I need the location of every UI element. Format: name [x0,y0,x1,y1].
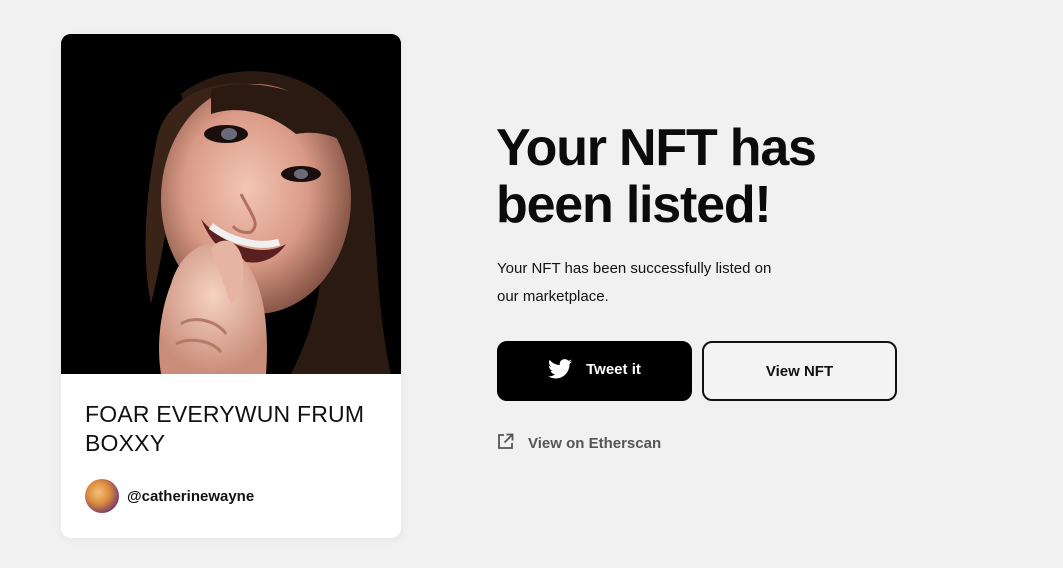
external-link-icon [497,433,514,454]
view-nft-button-label: View NFT [765,362,834,380]
page-title: Your NFT has been listed! [496,119,817,234]
view-on-etherscan-link[interactable]: View on Etherscan [497,432,661,454]
nft-image [61,34,401,374]
view-nft-button[interactable]: View NFT [702,341,897,401]
tweet-button-label: Tweet it [586,360,641,378]
etherscan-link-label: View on Etherscan [528,434,662,452]
tweet-button[interactable]: Tweet it [497,341,692,401]
nft-card: FOAR EVERYWUN FRUM BOXXY @catherinewayne [61,34,401,538]
creator-info[interactable]: @catherinewayne [85,479,254,513]
listing-description: Your NFT has been successfully listed on… [497,260,772,305]
creator-avatar[interactable] [85,479,119,513]
nft-title: FOAR EVERYWUN FRUM BOXXY [85,401,365,456]
creator-handle[interactable]: @catherinewayne [127,488,254,505]
twitter-icon [548,359,573,383]
